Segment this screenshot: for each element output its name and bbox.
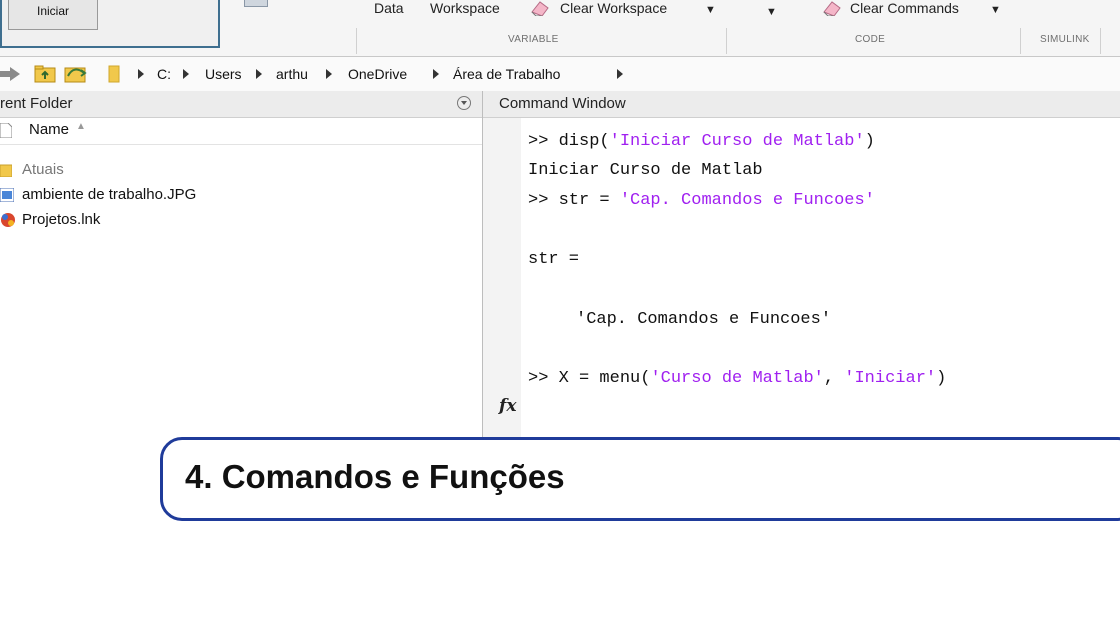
function-browser-icon[interactable]: fx	[499, 396, 516, 416]
string-literal: 'Curso de Matlab'	[650, 369, 824, 388]
path-separator-icon	[138, 69, 144, 79]
command-window-title-bar: Command Window	[483, 91, 1120, 118]
ribbon-icon-fragment	[244, 0, 268, 7]
path-separator-icon	[326, 69, 332, 79]
ribbon-divider	[726, 28, 727, 54]
browse-folder-icon[interactable]	[64, 64, 88, 83]
up-folder-icon[interactable]	[34, 65, 56, 83]
file-name: Projetos.lnk	[22, 211, 101, 228]
ribbon-toolstrip: Iniciar Data Workspace Clear Workspace ▼…	[0, 0, 1120, 57]
code-text: )	[936, 369, 947, 388]
output-line: Iniciar Curso de Matlab	[528, 161, 763, 180]
ribbon-divider	[1020, 28, 1021, 54]
ribbon-divider	[1100, 28, 1101, 54]
group-label-variable: VARIABLE	[508, 34, 559, 45]
path-separator-icon[interactable]	[617, 69, 623, 79]
name-column-header[interactable]: Name ▲	[0, 118, 482, 145]
group-label-code: CODE	[855, 34, 886, 45]
current-folder-title: rent Folder	[0, 95, 73, 112]
menu-dialog: Iniciar	[0, 0, 220, 48]
chapter-banner: 4. Comandos e Funções	[160, 437, 1120, 521]
command-window-title: Command Window	[499, 95, 626, 112]
path-separator-icon	[433, 69, 439, 79]
current-folder-title-bar: rent Folder	[0, 91, 482, 118]
sort-ascending-icon[interactable]: ▲	[76, 121, 86, 132]
shortcut-file-icon	[1, 213, 15, 227]
command-window-panel[interactable]: Command Window >> disp('Iniciar Curso de…	[483, 91, 1120, 437]
clear-workspace-button[interactable]: Clear Workspace	[560, 0, 667, 18]
ribbon-divider	[356, 28, 357, 54]
clear-commands-button[interactable]: Clear Commands	[850, 0, 959, 18]
prompt: >>	[528, 132, 549, 151]
path-segment[interactable]: OneDrive	[348, 66, 407, 82]
code-text: ,	[823, 369, 845, 388]
panel-actions-icon[interactable]	[457, 96, 471, 110]
path-segment[interactable]: C:	[157, 66, 171, 82]
path-segment[interactable]: arthu	[276, 66, 308, 82]
file-name: Atuais	[22, 161, 64, 178]
data-label[interactable]: Data	[374, 0, 404, 18]
group-label-simulink: SIMULINK	[1040, 34, 1090, 45]
path-segment[interactable]: Área de Trabalho	[453, 66, 560, 82]
workspace-label[interactable]: Workspace	[430, 0, 500, 18]
output-line: str =	[528, 250, 580, 269]
file-name: ambiente de trabalho.JPG	[22, 186, 197, 203]
path-separator-icon	[256, 69, 262, 79]
code-dropdown-icon[interactable]: ▼	[766, 4, 777, 20]
chapter-title: 4. Comandos e Funções	[185, 458, 565, 495]
name-column-label: Name	[29, 121, 70, 138]
code-line: >> X = menu('Curso de Matlab', 'Iniciar'…	[528, 369, 946, 388]
current-folder-panel: rent Folder Name ▲ Atuais ambiente de tr…	[0, 91, 483, 437]
prompt: >>	[528, 369, 549, 388]
file-type-icon	[0, 123, 12, 138]
address-bar: C: Users arthu OneDrive Área de Trabalho	[0, 57, 1120, 92]
iniciar-button[interactable]: Iniciar	[8, 0, 98, 30]
output-line: 'Cap. Comandos e Funcoes'	[576, 310, 832, 329]
forward-arrow-icon[interactable]	[0, 66, 22, 82]
code-text: str =	[558, 191, 620, 210]
clear-workspace-dropdown-icon[interactable]: ▼	[705, 2, 716, 18]
image-file-icon	[0, 188, 14, 202]
matlab-screenshot: Iniciar Data Workspace Clear Workspace ▼…	[0, 0, 1120, 437]
code-text: X = menu(	[558, 369, 651, 388]
string-literal: 'Iniciar'	[844, 369, 937, 388]
path-separator-icon	[183, 69, 189, 79]
string-literal: 'Iniciar Curso de Matlab'	[609, 132, 865, 151]
clear-commands-dropdown-icon[interactable]: ▼	[990, 2, 1001, 18]
code-text: )	[864, 132, 875, 151]
code-line: >> str = 'Cap. Comandos e Funcoes'	[528, 191, 875, 210]
drive-folder-icon	[108, 65, 120, 83]
clear-workspace-icon	[531, 1, 549, 16]
folder-icon	[0, 164, 12, 177]
command-window-gutter	[483, 118, 521, 437]
path-segment[interactable]: Users	[205, 66, 242, 82]
code-text: disp(	[558, 132, 610, 151]
prompt: >>	[528, 191, 549, 210]
string-literal: 'Cap. Comandos e Funcoes'	[619, 191, 875, 210]
code-line: >> disp('Iniciar Curso de Matlab')	[528, 132, 875, 151]
clear-commands-icon	[823, 1, 841, 16]
